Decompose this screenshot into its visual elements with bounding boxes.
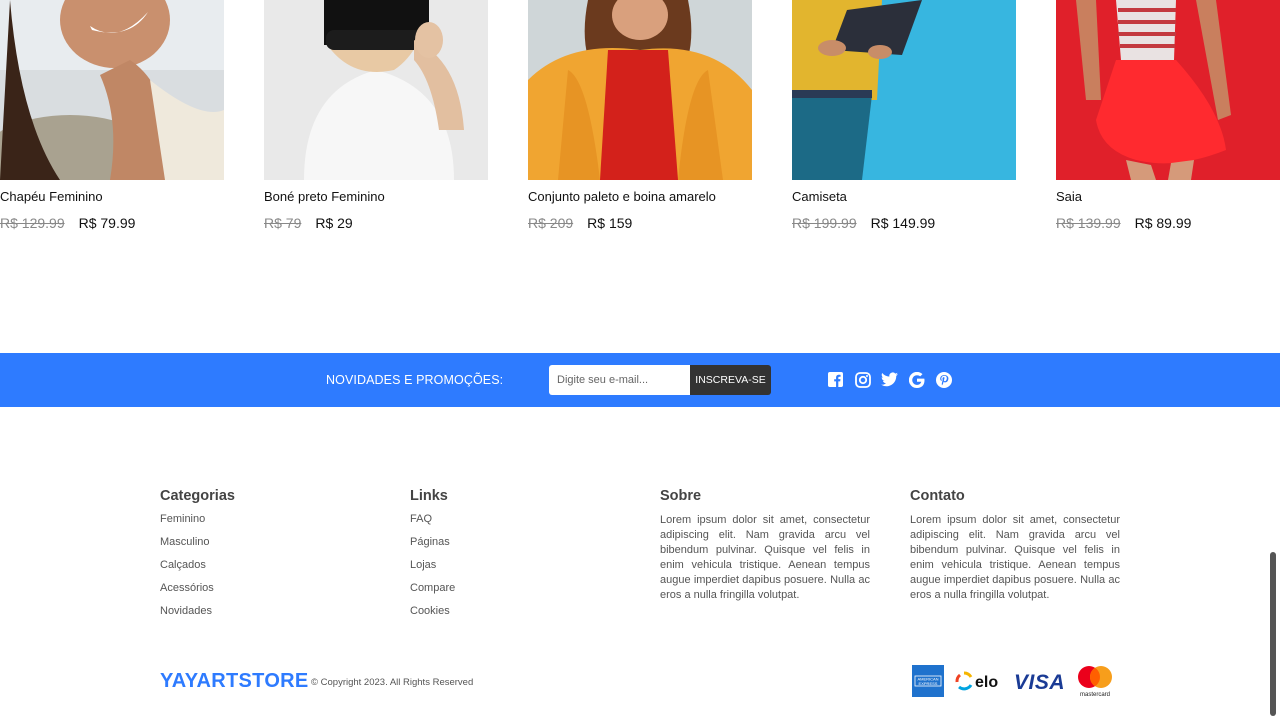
amex-icon: AMERICAN EXPRESS xyxy=(912,665,944,702)
footer-categories: Categorias Feminino Masculino Calçados A… xyxy=(160,488,370,628)
brand-logo[interactable]: YAYARTSTORE xyxy=(160,670,309,693)
footer-link-cookies[interactable]: Cookies xyxy=(410,605,620,628)
subscribe-button[interactable]: INSCREVA-SE xyxy=(690,365,771,395)
product-price: R$ 89.99 xyxy=(1134,215,1192,231)
svg-text:mastercard: mastercard xyxy=(1080,692,1110,698)
product-card[interactable]: Camiseta R$ 199.99 R$ 149.99 xyxy=(792,0,1016,231)
product-old-price: R$ 79 xyxy=(264,215,302,231)
product-price: R$ 29 xyxy=(315,215,353,231)
product-image[interactable] xyxy=(0,0,224,180)
product-image[interactable] xyxy=(264,0,488,180)
product-card[interactable]: Conjunto paleto e boina amarelo R$ 209 R$… xyxy=(528,0,752,231)
product-old-price: R$ 129.99 xyxy=(0,215,65,231)
svg-text:VISA: VISA xyxy=(1014,671,1065,692)
footer-links: Links FAQ Páginas Lojas Compare Cookies xyxy=(410,488,620,628)
facebook-icon[interactable] xyxy=(827,371,844,388)
links-title: Links xyxy=(410,488,448,504)
page-scrollbar[interactable] xyxy=(1270,552,1276,716)
footer-link-calcados[interactable]: Calçados xyxy=(160,559,370,582)
product-prices: R$ 139.99 R$ 89.99 xyxy=(1056,215,1191,231)
google-icon[interactable] xyxy=(908,371,925,388)
visa-icon: VISA xyxy=(1014,670,1066,697)
product-price: R$ 79.99 xyxy=(78,215,136,231)
footer-link-feminino[interactable]: Feminino xyxy=(160,513,370,536)
product-image[interactable] xyxy=(792,0,1016,180)
product-name[interactable]: Chapéu Feminino xyxy=(0,189,103,204)
copyright: © Copyright 2023. All Rights Reserved xyxy=(311,677,474,688)
product-old-price: R$ 139.99 xyxy=(1056,215,1121,231)
product-card[interactable]: Saia R$ 139.99 R$ 89.99 xyxy=(1056,0,1280,231)
product-image[interactable] xyxy=(1056,0,1280,180)
footer-link-masculino[interactable]: Masculino xyxy=(160,536,370,559)
instagram-icon[interactable] xyxy=(854,371,871,388)
twitter-icon[interactable] xyxy=(881,371,898,388)
email-field[interactable] xyxy=(549,365,691,395)
product-prices: R$ 209 R$ 159 xyxy=(528,215,632,231)
pinterest-icon[interactable] xyxy=(935,371,952,388)
mastercard-icon: mastercard xyxy=(1074,664,1116,703)
newsletter-label: NOVIDADES E PROMOÇÕES: xyxy=(326,373,504,387)
footer-link-compare[interactable]: Compare xyxy=(410,582,620,605)
product-prices: R$ 199.99 R$ 149.99 xyxy=(792,215,935,231)
footer-link-lojas[interactable]: Lojas xyxy=(410,559,620,582)
svg-text:elo: elo xyxy=(975,674,998,691)
footer-link-faq[interactable]: FAQ xyxy=(410,513,620,536)
contact-title: Contato xyxy=(910,488,965,504)
product-prices: R$ 129.99 R$ 79.99 xyxy=(0,215,135,231)
svg-text:EXPRESS: EXPRESS xyxy=(919,681,938,686)
footer-link-novidades[interactable]: Novidades xyxy=(160,605,370,628)
footer-link-acessorios[interactable]: Acessórios xyxy=(160,582,370,605)
product-name[interactable]: Camiseta xyxy=(792,189,847,204)
about-text: Lorem ipsum dolor sit amet, consectetur … xyxy=(660,514,870,601)
social-links xyxy=(827,371,952,388)
footer-link-paginas[interactable]: Páginas xyxy=(410,536,620,559)
product-card[interactable]: Boné preto Feminino R$ 79 R$ 29 xyxy=(264,0,488,231)
product-old-price: R$ 209 xyxy=(528,215,574,231)
product-name[interactable]: Boné preto Feminino xyxy=(264,189,385,204)
contact-text: Lorem ipsum dolor sit amet, consectetur … xyxy=(910,514,1120,601)
about-title: Sobre xyxy=(660,488,702,504)
newsletter-bar: NOVIDADES E PROMOÇÕES: INSCREVA-SE xyxy=(0,353,1280,407)
product-name[interactable]: Saia xyxy=(1056,189,1082,204)
categories-title: Categorias xyxy=(160,488,235,504)
elo-icon: elo xyxy=(952,668,1006,699)
footer-about: Sobre Lorem ipsum dolor sit amet, consec… xyxy=(660,488,870,603)
product-price: R$ 159 xyxy=(587,215,633,231)
payment-methods: AMERICAN EXPRESS elo VISA mastercard xyxy=(912,664,1116,703)
product-price: R$ 149.99 xyxy=(870,215,936,231)
footer-contact: Contato Lorem ipsum dolor sit amet, cons… xyxy=(910,488,1120,603)
product-prices: R$ 79 R$ 29 xyxy=(264,215,353,231)
product-image[interactable] xyxy=(528,0,752,180)
product-grid: Chapéu Feminino R$ 129.99 R$ 79.99 Boné p… xyxy=(0,0,1280,260)
product-name[interactable]: Conjunto paleto e boina amarelo xyxy=(528,189,716,204)
product-old-price: R$ 199.99 xyxy=(792,215,857,231)
product-card[interactable]: Chapéu Feminino R$ 129.99 R$ 79.99 xyxy=(0,0,224,231)
